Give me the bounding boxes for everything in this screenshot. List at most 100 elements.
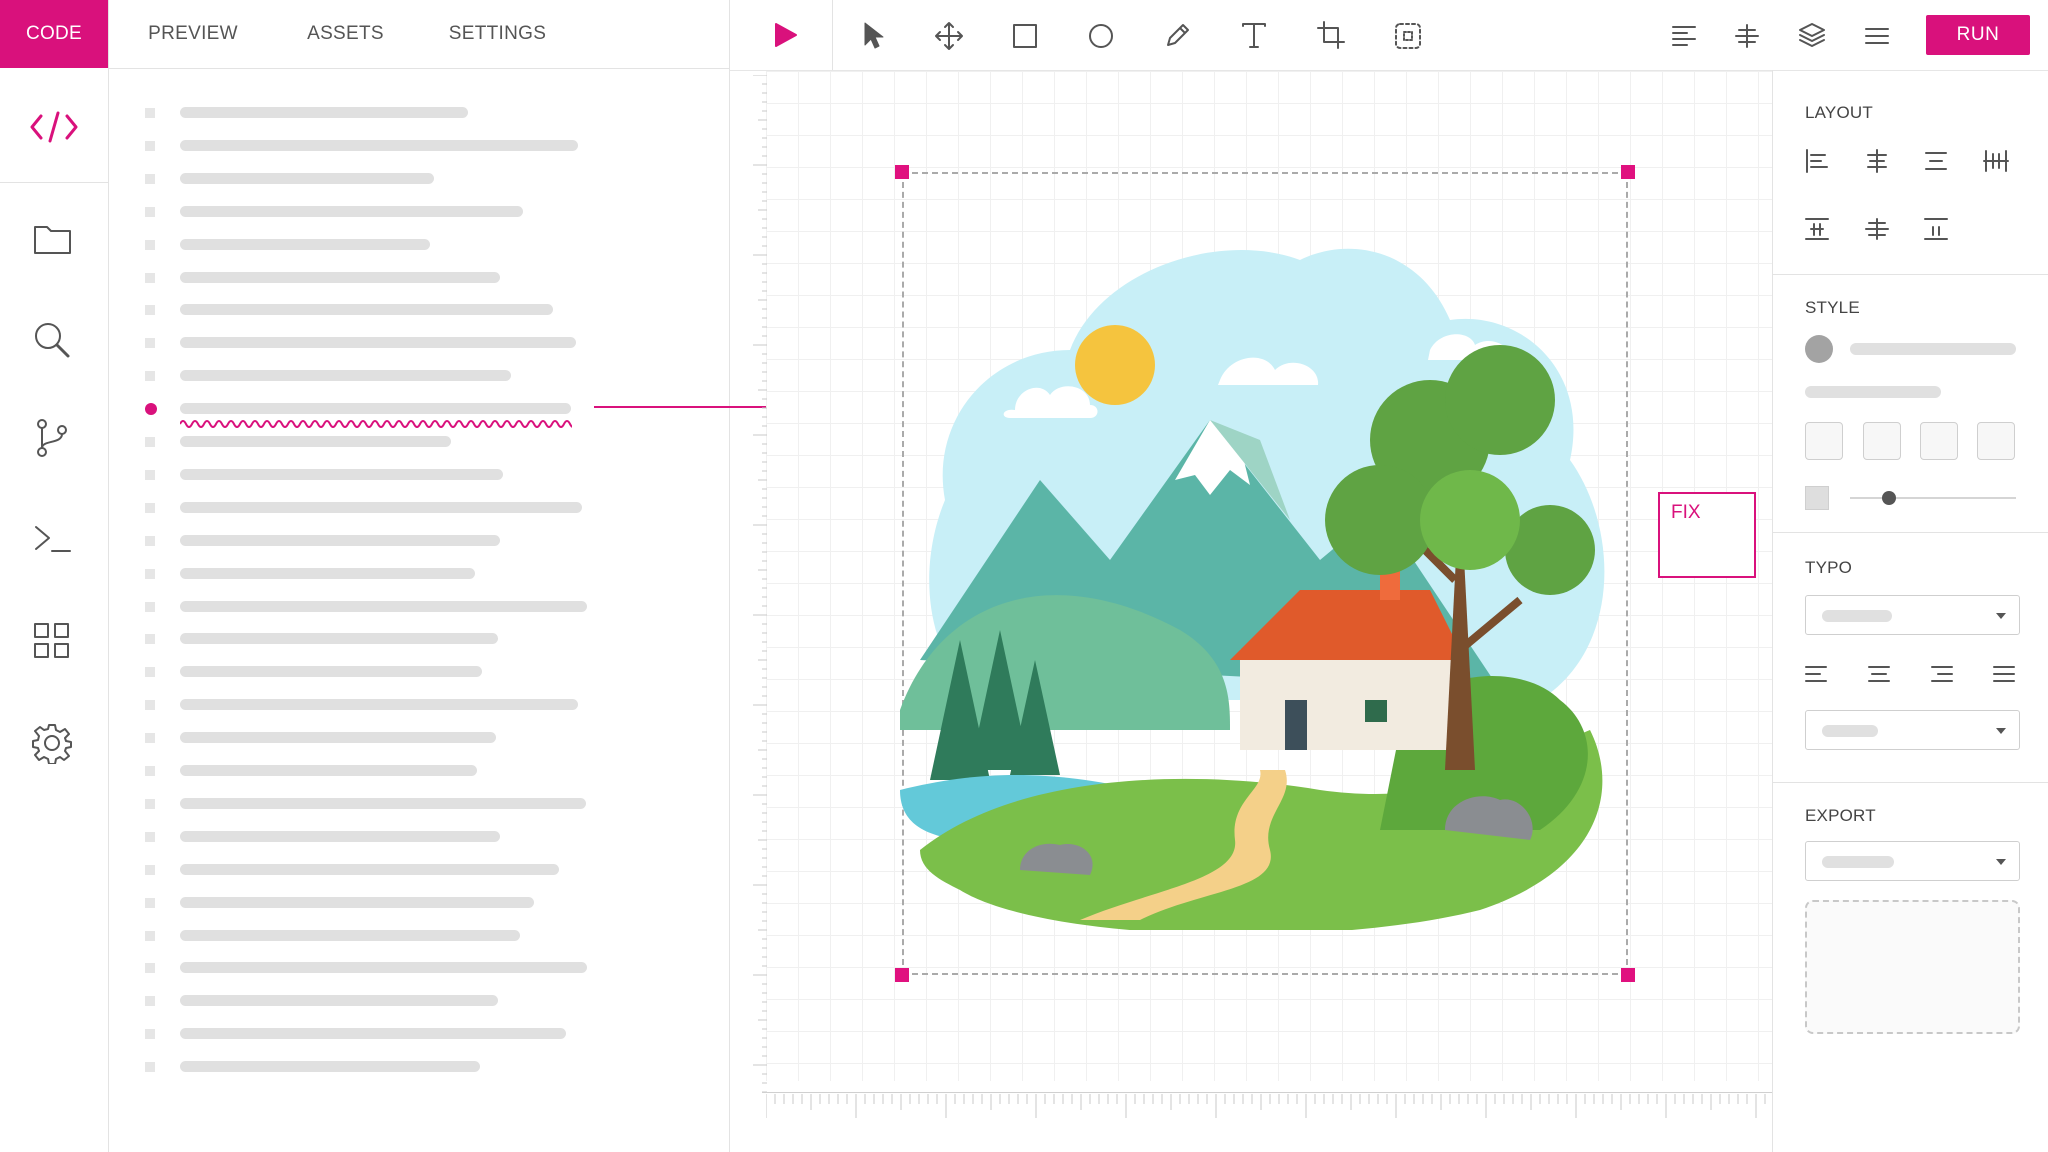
- code-line[interactable]: [180, 403, 571, 415]
- text-align-center-icon[interactable]: [1866, 661, 1892, 687]
- menu-icon[interactable]: [1863, 22, 1891, 50]
- style-preset-2[interactable]: [1863, 422, 1901, 460]
- line-bullet: [145, 798, 155, 809]
- export-drop-zone[interactable]: [1805, 900, 2020, 1034]
- tab-code[interactable]: CODE: [0, 0, 108, 68]
- line-bullet: [145, 305, 155, 316]
- fix-annotation[interactable]: FIX: [1658, 492, 1756, 578]
- align-left-edges-icon[interactable]: [1803, 147, 1831, 175]
- settings-icon[interactable]: [31, 722, 73, 764]
- line-bullet: [145, 535, 155, 546]
- ellipse-icon[interactable]: [1087, 22, 1115, 50]
- code-line[interactable]: [180, 1028, 566, 1040]
- line-bullet: [145, 601, 155, 612]
- code-line[interactable]: [180, 238, 430, 250]
- code-line[interactable]: [180, 567, 475, 579]
- code-line[interactable]: [180, 666, 482, 678]
- code-line[interactable]: [180, 107, 468, 118]
- search-icon[interactable]: [32, 320, 72, 360]
- app-window: CODE PREVIEW ASSETS SETTINGS RUN FIX LAY…: [0, 0, 2048, 1152]
- code-line[interactable]: [180, 995, 498, 1007]
- code-line[interactable]: [180, 633, 498, 645]
- code-line[interactable]: [180, 172, 434, 184]
- style-preset-3[interactable]: [1920, 422, 1958, 460]
- terminal-icon[interactable]: [33, 522, 73, 556]
- code-line[interactable]: [180, 139, 578, 151]
- distribute-icon[interactable]: [1733, 22, 1761, 50]
- code-line[interactable]: [180, 205, 523, 217]
- opacity-swatch[interactable]: [1805, 486, 1829, 510]
- opacity-slider-thumb[interactable]: [1882, 491, 1896, 505]
- code-line[interactable]: [180, 370, 511, 382]
- text-align-left-icon[interactable]: [1803, 661, 1829, 687]
- tab-assets[interactable]: ASSETS: [278, 0, 413, 68]
- align-bottom-icon[interactable]: [1922, 215, 1950, 243]
- rectangle-icon[interactable]: [1011, 22, 1039, 50]
- code-line[interactable]: [180, 534, 500, 546]
- code-line[interactable]: [180, 436, 451, 447]
- text-justify-icon[interactable]: [1991, 661, 2017, 687]
- export-section-title: EXPORT: [1805, 806, 1876, 825]
- line-bullet: [145, 733, 155, 744]
- align-right-edges-icon[interactable]: [1922, 147, 1950, 175]
- font-family-select[interactable]: [1805, 595, 2020, 635]
- style-preset-1[interactable]: [1805, 422, 1843, 460]
- code-line[interactable]: [180, 304, 553, 316]
- style-preset-4[interactable]: [1977, 422, 2015, 460]
- code-line[interactable]: [180, 929, 520, 941]
- resize-handle-top-right[interactable]: [1621, 165, 1635, 179]
- resize-handle-bottom-left[interactable]: [895, 968, 909, 982]
- export-format-value-placeholder: [1822, 856, 1894, 868]
- code-line[interactable]: [180, 600, 587, 612]
- align-left-icon[interactable]: [1670, 22, 1698, 50]
- code-line[interactable]: [180, 1061, 480, 1073]
- grid-select-icon[interactable]: [1393, 21, 1423, 51]
- align-top-icon[interactable]: [1803, 215, 1831, 243]
- tab-settings[interactable]: SETTINGS: [425, 0, 570, 68]
- line-bullet: [145, 239, 155, 250]
- grid-icon[interactable]: [33, 622, 71, 660]
- line-bullet: [145, 173, 155, 184]
- pen-icon[interactable]: [1163, 22, 1191, 50]
- text-align-right-icon[interactable]: [1929, 661, 1955, 687]
- branch-icon[interactable]: [34, 418, 70, 458]
- distribute-horizontal-icon[interactable]: [1982, 147, 2010, 175]
- line-bullet: [145, 667, 155, 678]
- resize-handle-bottom-right[interactable]: [1621, 968, 1635, 982]
- align-center-icon[interactable]: [1863, 147, 1891, 175]
- run-button[interactable]: RUN: [1926, 15, 2030, 55]
- move-icon[interactable]: [933, 20, 965, 52]
- code-line[interactable]: [180, 765, 477, 776]
- line-bullet: [145, 206, 155, 217]
- export-format-select[interactable]: [1805, 841, 2020, 881]
- code-line[interactable]: [180, 863, 559, 875]
- font-size-select[interactable]: [1805, 710, 2020, 750]
- code-line[interactable]: [180, 501, 582, 513]
- code-line[interactable]: [180, 830, 500, 842]
- line-bullet: [145, 108, 155, 118]
- crop-icon[interactable]: [1316, 20, 1346, 50]
- code-line[interactable]: [180, 337, 576, 349]
- tab-preview[interactable]: PREVIEW: [118, 0, 268, 68]
- play-icon[interactable]: [770, 20, 800, 50]
- code-icon[interactable]: [29, 110, 79, 144]
- text-icon[interactable]: [1239, 20, 1269, 50]
- fill-color-swatch[interactable]: [1805, 335, 1833, 363]
- inspector-divider-3: [1773, 782, 2048, 783]
- folder-icon[interactable]: [33, 222, 73, 256]
- code-line[interactable]: [180, 962, 587, 974]
- pointer-icon[interactable]: [860, 20, 888, 50]
- code-line[interactable]: [180, 896, 534, 908]
- code-line[interactable]: [180, 797, 586, 809]
- code-line[interactable]: [180, 271, 500, 283]
- editor-border: [729, 0, 730, 1152]
- line-bullet: [145, 963, 155, 974]
- align-middle-icon[interactable]: [1863, 215, 1891, 243]
- layers-icon[interactable]: [1797, 20, 1827, 50]
- code-line[interactable]: [180, 699, 578, 711]
- ruler-baseline: [762, 1092, 1772, 1093]
- opacity-slider-track[interactable]: [1850, 497, 2016, 499]
- resize-handle-top-left[interactable]: [895, 165, 909, 179]
- code-line[interactable]: [180, 732, 496, 744]
- code-line[interactable]: [180, 468, 503, 480]
